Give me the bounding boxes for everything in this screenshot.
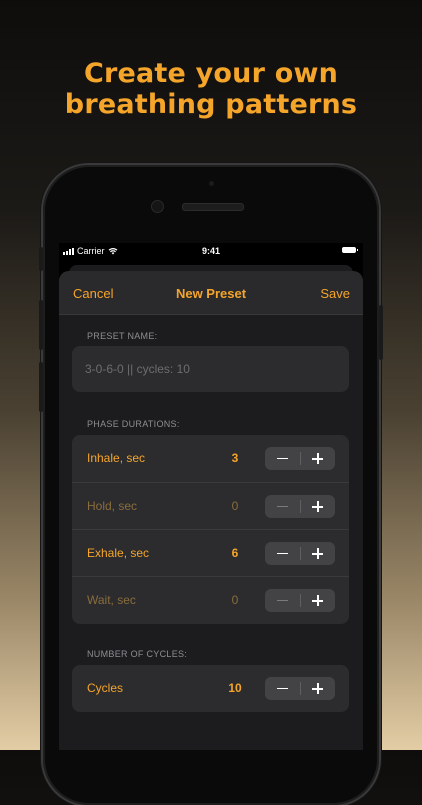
- phase-label: Hold, sec: [87, 499, 138, 513]
- phase-row-exhale: Exhale, sec 6: [72, 529, 349, 577]
- minus-icon: [276, 552, 288, 555]
- phase-row-hold: Hold, sec 0: [72, 482, 349, 530]
- navigation-bar: Cancel New Preset Save: [59, 271, 363, 315]
- minus-icon: [276, 687, 288, 690]
- headline: Create your own breathing patterns: [0, 58, 422, 120]
- minus-icon: [276, 505, 288, 508]
- increment-button[interactable]: [301, 677, 336, 700]
- power-button: [379, 305, 383, 360]
- headline-line-2: breathing patterns: [64, 89, 358, 120]
- cycles-stepper[interactable]: [265, 677, 335, 700]
- plus-icon: [312, 501, 324, 512]
- increment-button[interactable]: [301, 495, 336, 518]
- preset-name-section-label: PRESET NAME:: [87, 331, 158, 341]
- phase-label: Wait, sec: [87, 593, 136, 607]
- phase-value: 6: [231, 546, 239, 560]
- minus-icon: [276, 599, 288, 602]
- phase-row-inhale: Inhale, sec 3: [72, 435, 349, 482]
- phase-value: 3: [231, 451, 239, 465]
- exhale-stepper[interactable]: [265, 542, 335, 565]
- front-camera: [151, 200, 164, 213]
- cycles-section-label: NUMBER OF CYCLES:: [87, 649, 188, 659]
- hold-stepper[interactable]: [265, 495, 335, 518]
- battery-icon: [342, 247, 358, 253]
- headline-line-1: Create your own: [83, 58, 339, 89]
- phase-label: Exhale, sec: [87, 546, 150, 560]
- volume-down-button: [39, 362, 43, 412]
- increment-button[interactable]: [301, 542, 336, 565]
- cycles-group: Cycles 10: [72, 665, 349, 712]
- plus-icon: [312, 548, 324, 559]
- status-bar: Carrier 9:41: [59, 243, 363, 259]
- preset-name-group: [72, 346, 349, 392]
- page-title: New Preset: [175, 286, 247, 301]
- phase-value: 0: [231, 593, 239, 607]
- earpiece-speaker: [182, 203, 244, 211]
- plus-icon: [312, 595, 324, 606]
- proximity-sensor: [209, 181, 214, 186]
- cycles-label: Cycles: [87, 681, 124, 695]
- decrement-button[interactable]: [265, 447, 300, 470]
- phone-screen: Carrier 9:41 Cancel New Preset Save PRES…: [59, 243, 363, 750]
- phase-value: 0: [231, 499, 239, 513]
- decrement-button[interactable]: [265, 677, 300, 700]
- inhale-stepper[interactable]: [265, 447, 335, 470]
- preset-name-input[interactable]: [85, 346, 335, 392]
- decrement-button[interactable]: [265, 589, 300, 612]
- increment-button[interactable]: [301, 447, 336, 470]
- increment-button[interactable]: [301, 589, 336, 612]
- new-preset-sheet: Cancel New Preset Save PRESET NAME: PHAS…: [59, 271, 363, 750]
- plus-icon: [312, 453, 324, 464]
- phase-row-wait: Wait, sec 0: [72, 576, 349, 624]
- phase-label: Inhale, sec: [87, 451, 146, 465]
- wait-stepper[interactable]: [265, 589, 335, 612]
- decrement-button[interactable]: [265, 495, 300, 518]
- cycles-value: 10: [228, 681, 242, 695]
- phase-durations-group: Inhale, sec 3 Hold, sec 0 Exhale, sec 6 …: [72, 435, 349, 624]
- decrement-button[interactable]: [265, 542, 300, 565]
- mute-switch: [39, 247, 43, 271]
- plus-icon: [312, 683, 324, 694]
- minus-icon: [276, 457, 288, 460]
- status-time: 9:41: [201, 246, 220, 256]
- save-button[interactable]: Save: [320, 286, 350, 301]
- volume-up-button: [39, 300, 43, 350]
- phase-durations-section-label: PHASE DURATIONS:: [87, 419, 180, 429]
- cycles-row: Cycles 10: [72, 665, 349, 712]
